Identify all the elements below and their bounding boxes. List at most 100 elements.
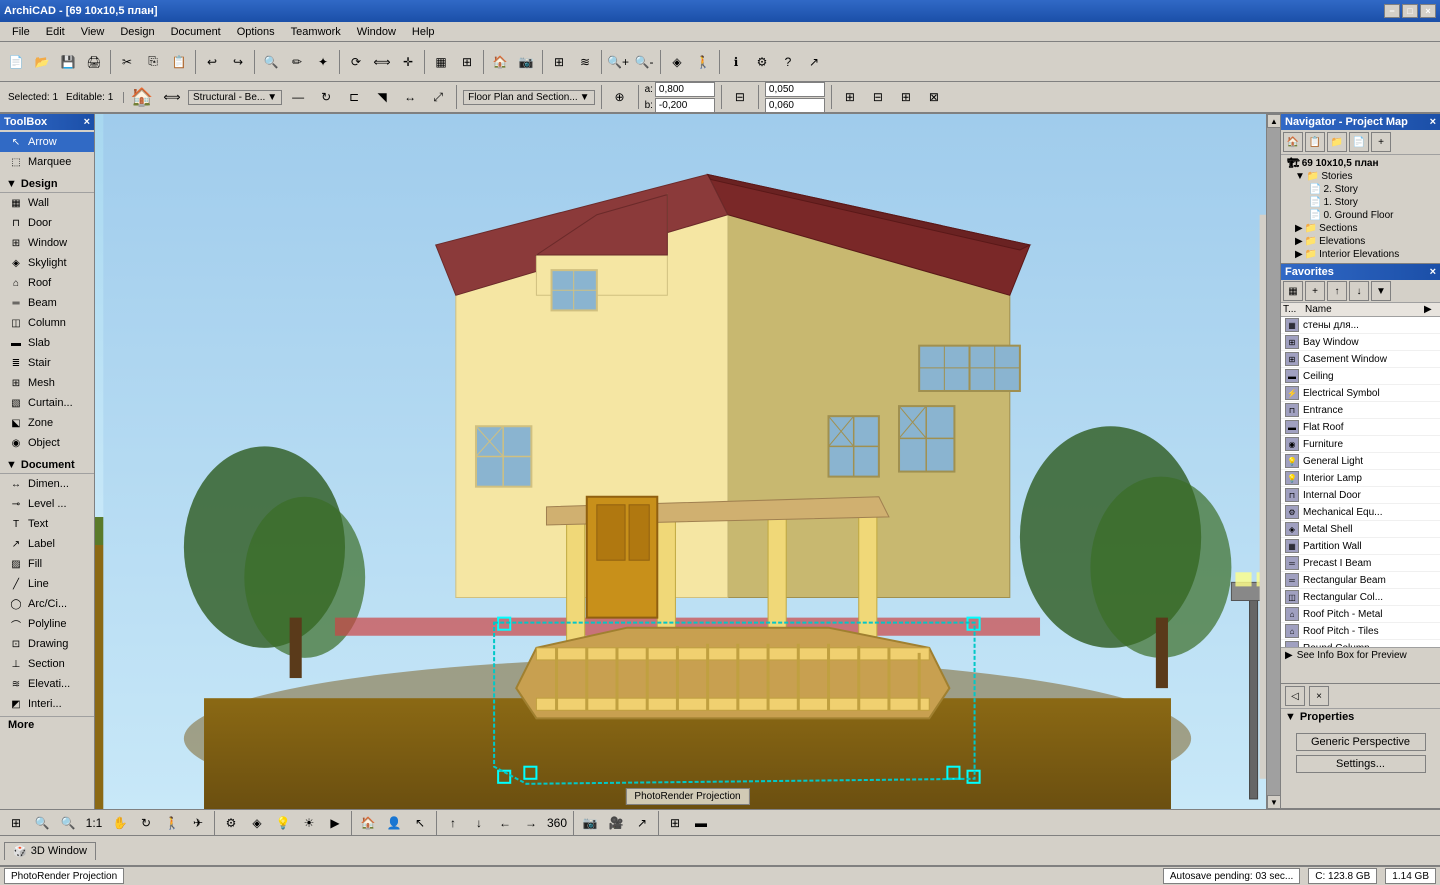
settings-button[interactable]: Settings...	[1296, 755, 1426, 773]
bt-cursor[interactable]: ↖	[408, 811, 432, 835]
tree-sections[interactable]: ▶ 📁 Sections	[1285, 222, 1436, 235]
bt-zoom-in[interactable]: 🔍	[30, 811, 54, 835]
group-button[interactable]: ▦	[429, 50, 453, 74]
bt-pan[interactable]: ✋	[108, 811, 132, 835]
tool-curtain[interactable]: ▧ Curtain...	[0, 393, 94, 413]
tool-polyline[interactable]: ⌒ Polyline	[0, 614, 94, 634]
fav-item-furniture[interactable]: ◉ Furniture	[1281, 436, 1440, 453]
tree-story-1[interactable]: 📄 1. Story	[1285, 196, 1436, 209]
bt-light[interactable]: 💡	[271, 811, 295, 835]
nav-folder-button[interactable]: 📁	[1327, 132, 1347, 152]
fav-item-roof-metal[interactable]: ⌂ Roof Pitch - Metal	[1281, 606, 1440, 623]
bt-video[interactable]: 🎥	[604, 811, 628, 835]
tool-level[interactable]: ⊸ Level ...	[0, 494, 94, 514]
bt-export[interactable]: ↗	[630, 811, 654, 835]
menu-file[interactable]: File	[4, 24, 38, 40]
grid2-button[interactable]: ⊟	[866, 85, 890, 109]
line-type-button[interactable]: —	[286, 85, 310, 109]
grid3-button[interactable]: ⊞	[894, 85, 918, 109]
b-input[interactable]	[655, 98, 715, 113]
fav-item-roof-tiles[interactable]: ⌂ Roof Pitch - Tiles	[1281, 623, 1440, 640]
save-button[interactable]: 💾	[56, 50, 80, 74]
tree-elevations[interactable]: ▶ 📁 Elevations	[1285, 235, 1436, 248]
zoom-in-button[interactable]: 🔍+	[606, 50, 630, 74]
rotate-button[interactable]: ⟳	[344, 50, 368, 74]
menu-document[interactable]: Document	[163, 24, 229, 40]
settings2-button[interactable]: ⚙	[750, 50, 774, 74]
tool-elevation[interactable]: ≋ Elevati...	[0, 674, 94, 694]
fav-item-bay-window[interactable]: ⊞ Bay Window	[1281, 334, 1440, 351]
tool-interior[interactable]: ◩ Interi...	[0, 694, 94, 714]
tree-story-2[interactable]: 📄 2. Story	[1285, 183, 1436, 196]
tool-marquee[interactable]: ⬚ Marquee	[0, 152, 94, 172]
3d-viewport[interactable]: PhotoRender Projection	[95, 114, 1280, 809]
tree-project[interactable]: 🏗 69 10x10,5 план	[1285, 157, 1436, 170]
grid-button[interactable]: ⊞	[838, 85, 862, 109]
open-button[interactable]: 📂	[30, 50, 54, 74]
element-settings-button[interactable]: 🏠	[128, 83, 156, 111]
tool-wall[interactable]: ▦ Wall	[0, 193, 94, 213]
fav-btn-5[interactable]: ▼	[1371, 281, 1391, 301]
bt-down[interactable]: ↓	[467, 811, 491, 835]
tree-ground-floor[interactable]: 📄 0. Ground Floor	[1285, 209, 1436, 222]
bt-left[interactable]: ←	[493, 811, 517, 835]
nav-tree-button[interactable]: 📄	[1349, 132, 1369, 152]
fav-item-casement[interactable]: ⊞ Casement Window	[1281, 351, 1440, 368]
nav-back-button[interactable]: 📋	[1305, 132, 1325, 152]
fav-item-ceiling[interactable]: ▬ Ceiling	[1281, 368, 1440, 385]
fav-item-round-col[interactable]: ○ Round Column	[1281, 640, 1440, 647]
fav-item-mechanical[interactable]: ⚙ Mechanical Equ...	[1281, 504, 1440, 521]
bt-360[interactable]: 360	[545, 811, 569, 835]
design-section-header[interactable]: ▼ Design	[0, 176, 94, 193]
undo-button[interactable]: ↩	[200, 50, 224, 74]
tool-arc[interactable]: ◯ Arc/Ci...	[0, 594, 94, 614]
circular-button[interactable]: ↻	[314, 85, 338, 109]
favorites-close[interactable]: ×	[1430, 266, 1436, 278]
tree-interior-elevations[interactable]: ▶ 📁 Interior Elevations	[1285, 248, 1436, 261]
scale-button[interactable]: ↔	[398, 85, 422, 109]
walk-button[interactable]: 🚶	[691, 50, 715, 74]
pen-button[interactable]: ✏	[285, 50, 309, 74]
cut-button[interactable]: ✂	[115, 50, 139, 74]
mirror-button[interactable]: ⟺	[370, 50, 394, 74]
bt-view-opt[interactable]: ⊞	[663, 811, 687, 835]
grid4-button[interactable]: ⊠	[922, 85, 946, 109]
tool-object[interactable]: ◉ Object	[0, 433, 94, 453]
vertical-scrollbar[interactable]: ▲ ▼	[1266, 114, 1280, 809]
bt-right[interactable]: →	[519, 811, 543, 835]
bt-3d-settings[interactable]: ⚙	[219, 811, 243, 835]
tool-window[interactable]: ⊞ Window	[0, 233, 94, 253]
bt-person[interactable]: 👤	[382, 811, 406, 835]
fav-item-internal-door[interactable]: ⊓ Internal Door	[1281, 487, 1440, 504]
fav-btn-3[interactable]: ↑	[1327, 281, 1347, 301]
print-button[interactable]: 🖨	[82, 50, 106, 74]
menu-options[interactable]: Options	[229, 24, 283, 40]
generic-perspective-button[interactable]: Generic Perspective	[1296, 733, 1426, 751]
elevation2-button[interactable]: ⊟	[728, 85, 752, 109]
redo-button[interactable]: ↪	[226, 50, 250, 74]
a-input[interactable]	[655, 82, 715, 97]
fav-btn-4[interactable]: ↓	[1349, 281, 1369, 301]
prop-btn-2[interactable]: ×	[1309, 686, 1329, 706]
tool-door[interactable]: ⊓ Door	[0, 213, 94, 233]
tool-stair[interactable]: ≣ Stair	[0, 353, 94, 373]
tool-mesh[interactable]: ⊞ Mesh	[0, 373, 94, 393]
bt-more2[interactable]: ▶	[323, 811, 347, 835]
tool-skylight[interactable]: ◈ Skylight	[0, 253, 94, 273]
maximize-button[interactable]: □	[1402, 4, 1418, 18]
scroll-up-button[interactable]: ▲	[1267, 114, 1280, 128]
navigator-close[interactable]: ×	[1430, 116, 1436, 128]
menu-window[interactable]: Window	[349, 24, 404, 40]
bt-walk[interactable]: 🚶	[160, 811, 184, 835]
stretch-button[interactable]: ⟺	[160, 85, 184, 109]
menu-teamwork[interactable]: Teamwork	[283, 24, 349, 40]
wand-button[interactable]: ✦	[311, 50, 335, 74]
3d-window-tab[interactable]: 🎲 3D Window	[4, 842, 96, 860]
nav-plus-button[interactable]: +	[1371, 132, 1391, 152]
move-button[interactable]: ✛	[396, 50, 420, 74]
fav-item-flat-roof[interactable]: ▬ Flat Roof	[1281, 419, 1440, 436]
new-button[interactable]: 📄	[4, 50, 28, 74]
close-button[interactable]: ×	[1420, 4, 1436, 18]
snap-button[interactable]: ⊕	[608, 85, 632, 109]
bt-up[interactable]: ↑	[441, 811, 465, 835]
